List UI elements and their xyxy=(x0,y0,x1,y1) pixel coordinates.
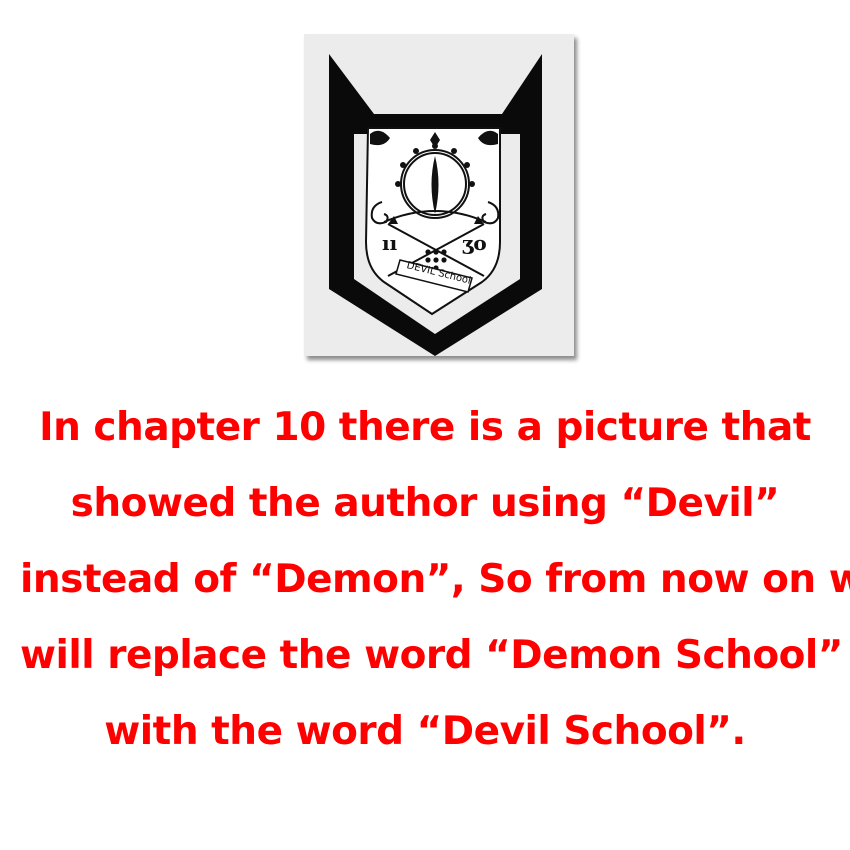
notice-line: In chapter 10 there is a picture that xyxy=(39,405,811,450)
notice-line: instead of “Demon”, So from now on we xyxy=(20,557,850,602)
notice-line: showed the author using “Devil” xyxy=(70,481,780,526)
notice-line: will replace the word “Demon School” xyxy=(20,633,843,678)
devil-school-crest-icon: ıı ʒo DEVIL School xyxy=(329,54,542,356)
notice-text: In chapter 10 there is a picture that sh… xyxy=(20,390,850,770)
notice-line: with the word “Devil School”. xyxy=(104,709,746,754)
svg-text:ıı: ıı xyxy=(382,231,398,255)
emblem-image: ıı ʒo DEVIL School xyxy=(304,34,574,356)
page: ıı ʒo DEVIL School In chapter 10 there i… xyxy=(0,0,850,850)
svg-text:ʒo: ʒo xyxy=(462,231,487,255)
